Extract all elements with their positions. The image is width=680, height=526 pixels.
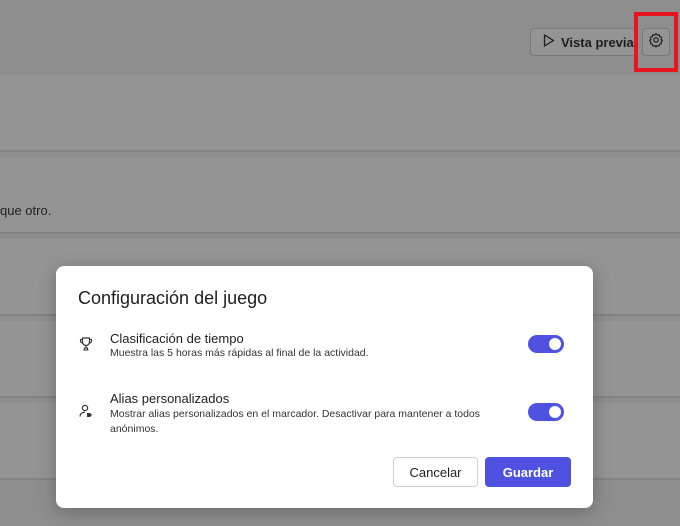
background-card [0, 157, 680, 234]
cancel-button[interactable]: Cancelar [393, 457, 478, 487]
setting-title-time-ranking: Clasificación de tiempo [110, 331, 244, 346]
preview-label: Vista previa [561, 34, 634, 50]
time-ranking-toggle[interactable] [528, 335, 564, 353]
background-card [0, 75, 680, 152]
trophy-icon [78, 336, 96, 354]
game-settings-dialog: Configuración del juego Clasificación de… [56, 266, 593, 508]
dialog-title: Configuración del juego [78, 288, 268, 308]
settings-highlight-box [634, 12, 678, 72]
setting-desc-custom-alias: Mostrar alias personalizados en el marca… [110, 408, 481, 435]
setting-desc-time-ranking: Muestra las 5 horas más rápidas al final… [110, 347, 369, 359]
toggle-knob [549, 406, 561, 418]
setting-title-custom-alias: Alias personalizados [110, 391, 230, 406]
custom-alias-toggle[interactable] [528, 403, 564, 421]
toggle-knob [549, 338, 561, 350]
background-text: que otro. [0, 203, 52, 218]
save-button[interactable]: Guardar [485, 457, 571, 487]
preview-button[interactable]: Vista previa [530, 28, 638, 56]
user-tag-icon [78, 403, 96, 421]
play-icon [543, 34, 555, 50]
